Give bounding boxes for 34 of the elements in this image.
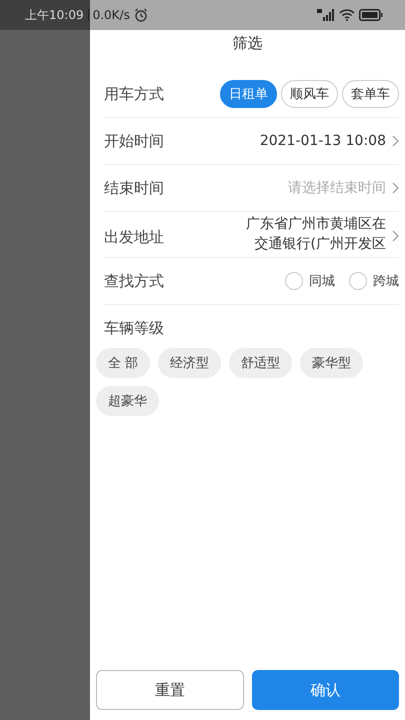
wifi-icon	[339, 9, 355, 21]
radio-button[interactable]	[349, 272, 367, 290]
battery-icon	[359, 9, 383, 21]
radio-label[interactable]: 同城	[309, 272, 335, 290]
grade-chip[interactable]: 超豪华	[96, 386, 159, 416]
grade-chip[interactable]: 豪华型	[300, 348, 364, 378]
field-label: 查找方式	[104, 272, 164, 290]
confirm-button[interactable]: 确认	[252, 670, 399, 710]
backdrop-overlay[interactable]	[0, 30, 90, 720]
drawer-title: 筛选	[232, 33, 264, 54]
field-label: 用车方式	[104, 84, 164, 104]
chevron-right-icon	[392, 135, 399, 147]
field-value[interactable]: 2021-01-13 10:08	[260, 133, 386, 149]
radio-button[interactable]	[285, 272, 303, 290]
signal-icon	[317, 9, 335, 21]
mode-chip[interactable]: 顺风车	[281, 80, 338, 108]
field-label: 开始时间	[104, 132, 164, 150]
grade-chip[interactable]: 全 部	[96, 348, 150, 378]
address-text[interactable]: 广东省广州市黄埔区在	[246, 214, 386, 234]
grade-chip[interactable]: 舒适型	[229, 348, 292, 378]
status-time: 上午10:09	[25, 6, 84, 24]
network-speed: 0.0K/s	[92, 8, 130, 22]
grade-chip[interactable]: 经济型	[158, 348, 222, 378]
mode-chip[interactable]: 套单车	[342, 80, 399, 108]
alarm-icon	[134, 8, 148, 22]
section-label: 车辆等级	[104, 319, 165, 338]
field-label: 出发地址	[104, 228, 164, 247]
reset-button[interactable]: 重置	[96, 670, 244, 710]
radio-label[interactable]: 跨城	[373, 272, 399, 290]
address-text[interactable]: 交通银行(广州开发区	[254, 234, 386, 254]
field-label: 结束时间	[104, 178, 164, 198]
chevron-right-icon	[392, 230, 399, 242]
mode-chip[interactable]: 日租单	[220, 80, 277, 108]
chevron-right-icon	[392, 182, 399, 194]
